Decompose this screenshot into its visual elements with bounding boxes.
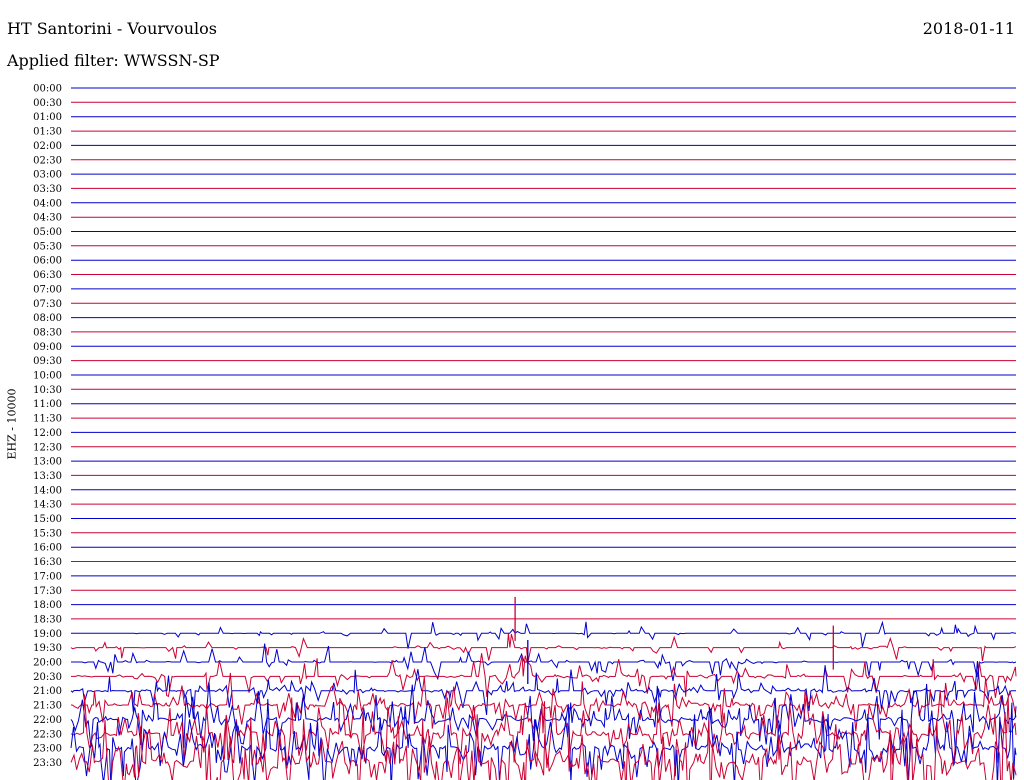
trace-label-1530: 15:30 <box>33 528 62 539</box>
trace-label-0800: 08:00 <box>33 313 62 324</box>
trace-label-1200: 12:00 <box>33 428 62 439</box>
trace-label-2300: 23:00 <box>33 744 62 755</box>
trace-label-1230: 12:30 <box>33 442 62 453</box>
trace-label-0300: 03:00 <box>33 170 62 181</box>
trace-label-0330: 03:30 <box>33 184 62 195</box>
trace-label-2230: 22:30 <box>33 729 62 740</box>
trace-label-0600: 06:00 <box>33 256 62 267</box>
trace-label-0100: 01:00 <box>33 112 62 123</box>
trace-label-0400: 04:00 <box>33 198 62 209</box>
trace-label-1130: 11:30 <box>33 414 62 425</box>
trace-label-0530: 05:30 <box>33 241 62 252</box>
trace-label-2030: 20:30 <box>33 672 62 683</box>
trace-label-1330: 13:30 <box>33 471 62 482</box>
trace-label-2100: 21:00 <box>33 686 62 697</box>
trace-label-1800: 18:00 <box>33 600 62 611</box>
trace-label-0230: 02:30 <box>33 155 62 166</box>
trace-label-0730: 07:30 <box>33 299 62 310</box>
trace-label-1400: 14:00 <box>33 485 62 496</box>
trace-label-0930: 09:30 <box>33 356 62 367</box>
trace-label-1100: 11:00 <box>33 399 62 410</box>
trace-label-1630: 16:30 <box>33 557 62 568</box>
trace-label-1930: 19:30 <box>33 643 62 654</box>
trace-label-1700: 17:00 <box>33 571 62 582</box>
trace-label-0030: 00:30 <box>33 98 62 109</box>
trace-label-1900: 19:00 <box>33 629 62 640</box>
trace-label-0000: 00:00 <box>33 84 62 95</box>
trace-label-2200: 22:00 <box>33 715 62 726</box>
trace-label-0830: 08:30 <box>33 327 62 338</box>
trace-label-1830: 18:30 <box>33 614 62 625</box>
trace-label-0130: 01:30 <box>33 127 62 138</box>
trace-1930 <box>70 633 1017 663</box>
trace-label-0500: 05:00 <box>33 227 62 238</box>
trace-label-0900: 09:00 <box>33 342 62 353</box>
trace-label-2130: 21:30 <box>33 701 62 712</box>
trace-1900 <box>71 620 1016 649</box>
trace-label-1430: 14:30 <box>33 500 62 511</box>
trace-label-0430: 04:30 <box>33 213 62 224</box>
trace-label-1300: 13:00 <box>33 457 62 468</box>
helicorder-plot: 00:00 00:30 01:00 01:30 02:00 02:30 03:00 03:30… <box>33 84 1017 780</box>
trace-label-1600: 16:00 <box>33 543 62 554</box>
trace-label-2330: 23:30 <box>33 758 62 769</box>
trace-label-1030: 10:30 <box>33 385 62 396</box>
trace-label-0200: 02:00 <box>33 141 62 152</box>
trace-2000 <box>71 643 1017 681</box>
trace-label-0700: 07:00 <box>33 284 62 295</box>
trace-label-2000: 20:00 <box>33 658 62 669</box>
trace-label-1000: 10:00 <box>33 371 62 382</box>
trace-label-1500: 15:00 <box>33 514 62 525</box>
trace-label-0630: 06:30 <box>33 270 62 281</box>
trace-label-1730: 17:30 <box>33 586 62 597</box>
